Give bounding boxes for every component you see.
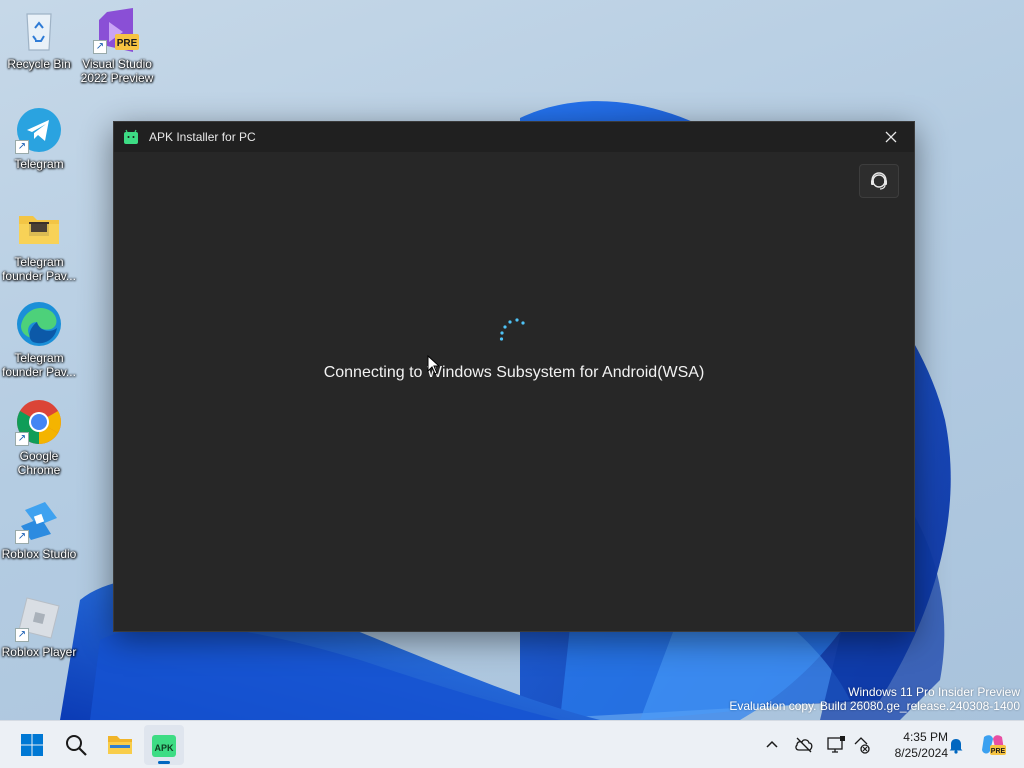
shortcut-arrow-icon: ↗	[15, 628, 29, 642]
apk-installer-taskbar-button[interactable]: APK	[144, 725, 184, 765]
telegram-folder-shortcut[interactable]: Telegram founder Pav...	[0, 204, 78, 283]
file-explorer-icon	[108, 736, 132, 754]
svg-text:APK: APK	[154, 743, 174, 753]
show-hidden-icons-button[interactable]	[760, 733, 784, 757]
edge-link-shortcut[interactable]: Telegram founder Pav...	[0, 300, 78, 379]
chrome-icon: ↗	[15, 398, 63, 446]
svg-text:PRE: PRE	[117, 38, 138, 49]
window-titlebar[interactable]: APK Installer for PC	[114, 122, 914, 152]
display-tray-button[interactable]	[824, 733, 848, 757]
monitor-icon	[827, 736, 845, 753]
shortcut-arrow-icon: ↗	[15, 432, 29, 446]
desktop-icon-label: Roblox Studio	[1, 547, 77, 561]
search-icon	[66, 735, 87, 756]
visual-studio-icon: PRE ↗	[93, 6, 141, 54]
shortcut-arrow-icon: ↗	[15, 530, 29, 544]
apk-installer-icon: APK	[152, 735, 176, 757]
folder-icon	[15, 204, 63, 252]
bell-icon	[949, 739, 963, 754]
watermark-line1: Windows 11 Pro Insider Preview	[848, 685, 1020, 699]
copilot-button[interactable]: PRE	[978, 733, 1008, 757]
telegram-icon: ↗	[15, 106, 63, 154]
recycle-bin-icon	[15, 6, 63, 54]
loading-spinner-icon	[499, 318, 525, 341]
roblox-player-icon: ↗	[15, 594, 63, 642]
desktop-icon-label: Google Chrome	[17, 449, 61, 477]
close-icon	[885, 131, 897, 143]
desktop-icon-label: Roblox Player	[1, 645, 77, 659]
network-tray-button[interactable]	[850, 733, 874, 757]
close-button[interactable]	[868, 122, 914, 152]
notifications-button[interactable]	[944, 733, 968, 757]
desktop-icon-label: Telegram	[14, 157, 64, 171]
clock-button[interactable]: 4:35 PM 8/25/2024	[878, 729, 948, 761]
watermark-line2: Evaluation copy. Build 26080.ge_release.…	[729, 699, 1020, 713]
taskbar: APK 4:35 PM 8/25/2024 PRE	[0, 720, 1024, 768]
onedrive-tray-button[interactable]	[792, 733, 816, 757]
os-watermark: Windows 11 Pro Insider Preview Evaluatio…	[729, 685, 1020, 713]
network-disconnected-icon	[854, 737, 870, 754]
support-icon	[871, 172, 887, 190]
apk-installer-window: APK Installer for PC Connecting to Windo…	[113, 121, 915, 632]
apk-app-icon	[124, 129, 138, 144]
google-chrome-shortcut[interactable]: ↗ Google Chrome	[0, 398, 78, 477]
search-button[interactable]	[56, 725, 96, 765]
roblox-player-shortcut[interactable]: ↗ Roblox Player	[0, 594, 78, 659]
windows-logo-icon	[21, 734, 43, 756]
clock-date: 8/25/2024	[894, 746, 948, 760]
window-title: APK Installer for PC	[149, 130, 256, 144]
cloud-offline-icon	[795, 737, 813, 753]
support-button[interactable]	[859, 164, 899, 198]
start-button[interactable]	[12, 725, 52, 765]
shortcut-arrow-icon: ↗	[15, 140, 29, 154]
connection-status-text: Connecting to Windows Subsystem for Andr…	[323, 364, 705, 381]
file-explorer-button[interactable]	[100, 725, 140, 765]
roblox-studio-icon: ↗	[15, 496, 63, 544]
clock-time: 4:35 PM	[903, 730, 948, 744]
desktop-icon-label: Recycle Bin	[7, 57, 71, 71]
edge-icon	[15, 300, 63, 348]
chevron-up-icon	[766, 740, 778, 748]
svg-text:PRE: PRE	[991, 748, 1006, 755]
telegram-shortcut[interactable]: ↗ Telegram	[0, 106, 78, 171]
active-app-indicator	[158, 761, 170, 764]
desktop-icon-label: Telegram founder Pav...	[2, 255, 76, 283]
mouse-cursor-icon	[427, 355, 439, 375]
roblox-studio-shortcut[interactable]: ↗ Roblox Studio	[0, 496, 78, 561]
recycle-bin-icon-shortcut[interactable]: Recycle Bin	[0, 6, 78, 71]
desktop-icon-label: Visual Studio 2022 Preview	[80, 57, 154, 85]
shortcut-arrow-icon: ↗	[93, 40, 107, 54]
desktop: Recycle Bin PRE ↗ Visual Studio 2022 Pre…	[0, 0, 1024, 720]
copilot-icon: PRE	[982, 735, 1006, 755]
visual-studio-shortcut[interactable]: PRE ↗ Visual Studio 2022 Preview	[78, 6, 156, 85]
desktop-icon-label: Telegram founder Pav...	[2, 351, 76, 379]
